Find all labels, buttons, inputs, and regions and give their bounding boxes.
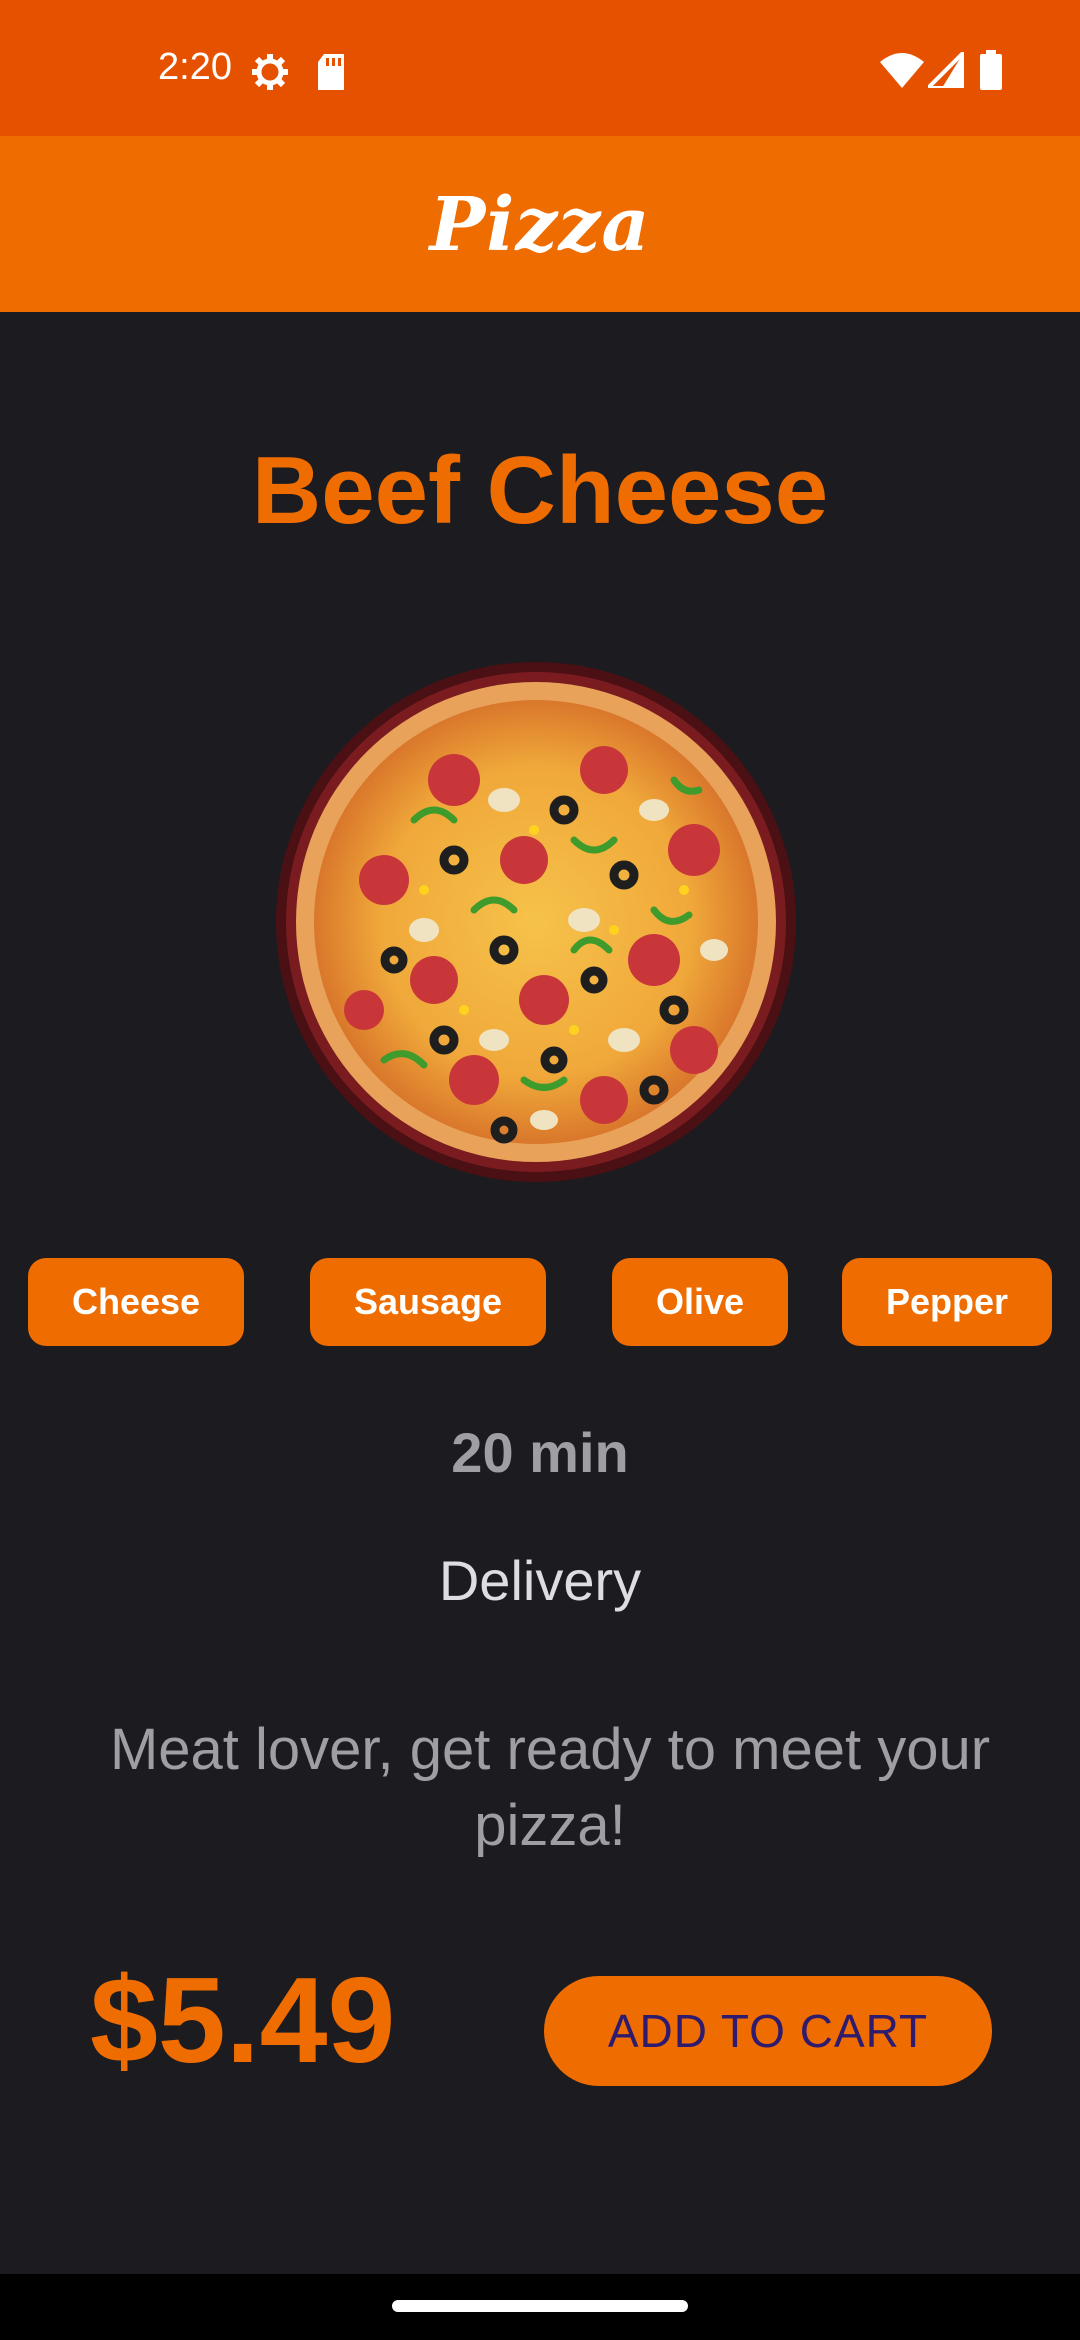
- status-time: 2:20: [158, 46, 232, 88]
- topping-chip-olive[interactable]: Olive: [612, 1258, 788, 1346]
- topping-chip-pepper[interactable]: Pepper: [842, 1258, 1052, 1346]
- app-bar: Pizza: [0, 136, 1080, 312]
- app-title-logo: Pizza: [429, 182, 651, 268]
- delivery-time: 20 min: [451, 1421, 629, 1484]
- battery-icon: [980, 50, 1002, 95]
- settings-gear-icon: [250, 52, 290, 97]
- signal-icon: [926, 50, 966, 93]
- wifi-icon: [880, 52, 924, 93]
- add-to-cart-button[interactable]: ADD TO CART: [544, 1976, 992, 2086]
- status-bar: 2:20: [0, 0, 1080, 136]
- topping-chip-sausage[interactable]: Sausage: [310, 1258, 546, 1346]
- product-description: Meat lover, get ready to meet your pizza…: [109, 1717, 991, 1858]
- add-to-cart-label: ADD TO CART: [607, 2005, 929, 2057]
- system-nav-bar: [0, 2274, 1080, 2340]
- topping-chip-cheese[interactable]: Cheese: [28, 1258, 244, 1346]
- topping-chip-label: Sausage: [353, 1281, 503, 1322]
- product-title: Beef Cheese: [251, 437, 829, 544]
- topping-chip-label: Cheese: [71, 1281, 201, 1322]
- topping-chip-label: Pepper: [885, 1281, 1009, 1322]
- home-indicator[interactable]: [392, 2300, 688, 2312]
- topping-chip-label: Olive: [655, 1281, 745, 1322]
- product-price: $5.49: [90, 1952, 396, 2088]
- sd-card-icon: [316, 54, 346, 95]
- delivery-label: Delivery: [438, 1549, 642, 1612]
- pizza-image: [274, 660, 798, 1184]
